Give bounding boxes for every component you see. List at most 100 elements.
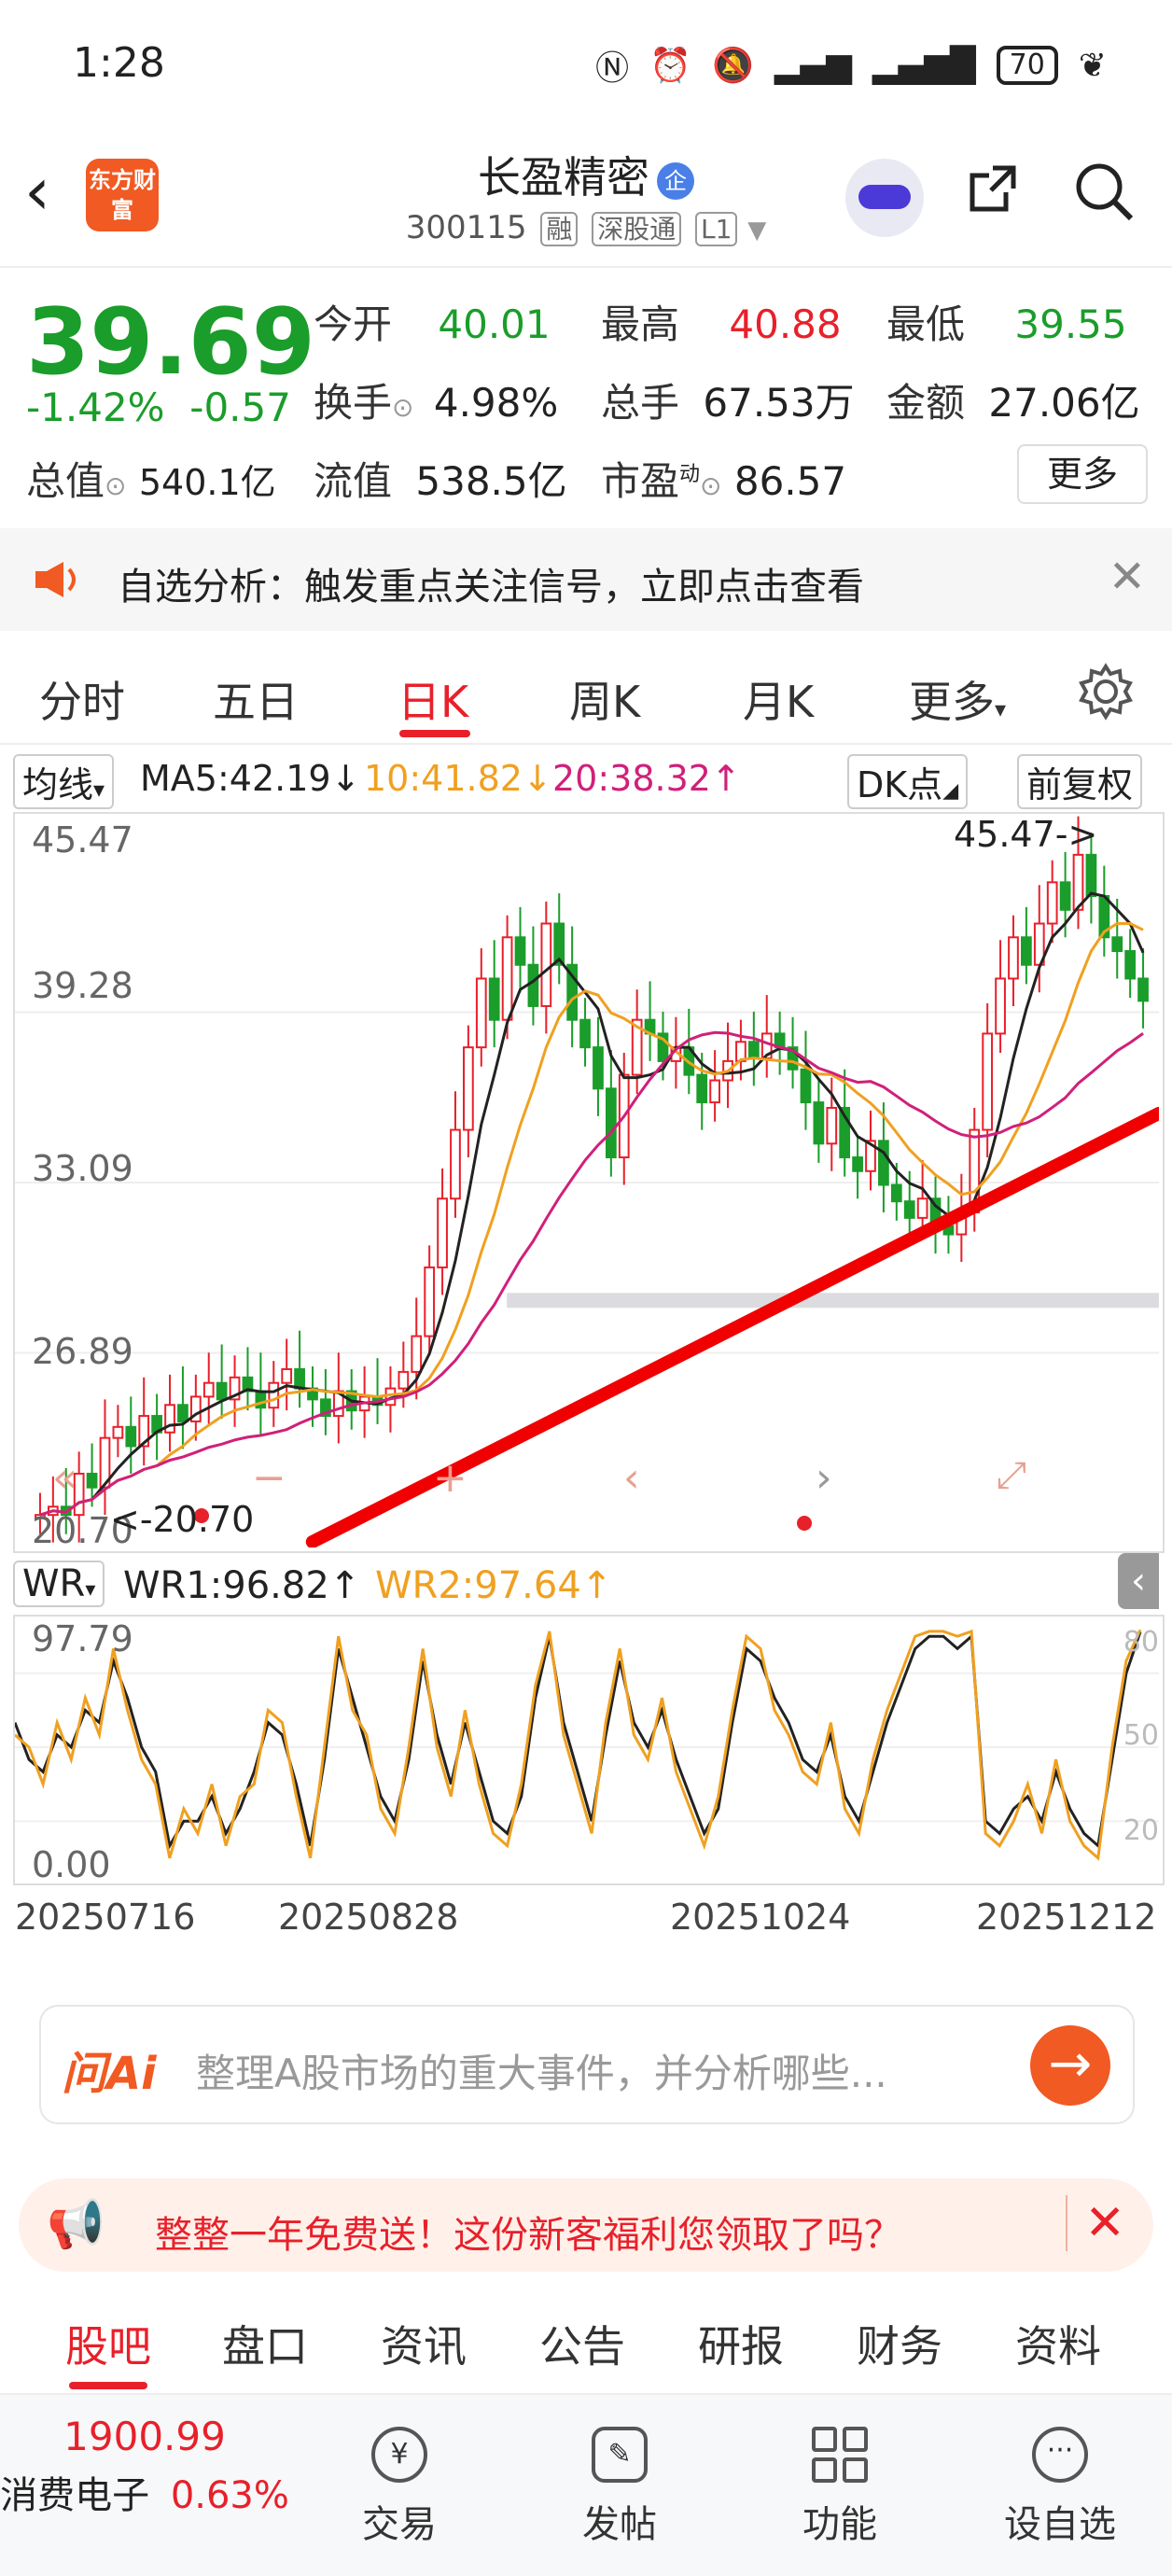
ai-logo: 问Ai: [62, 2048, 157, 2100]
search-icon[interactable]: [1073, 161, 1135, 222]
pe-cell: 市盈动⊙ 86.57: [601, 458, 847, 504]
chevron-down-icon[interactable]: ▼: [747, 217, 766, 245]
wr-svg[interactable]: [13, 1617, 1159, 1880]
dk-selector[interactable]: DK点◢: [847, 754, 969, 809]
nav-add-watchlist[interactable]: ··· 设自选: [976, 2427, 1144, 2548]
wr-right-tick-50: 50: [1123, 1719, 1159, 1752]
ma10-value: 10:41.82↓: [364, 758, 552, 799]
nav-functions[interactable]: 功能: [756, 2427, 924, 2548]
next-icon[interactable]: ›: [816, 1454, 832, 1502]
info-icon[interactable]: ⊙: [700, 470, 721, 501]
zoom-out-icon[interactable]: −: [252, 1454, 286, 1502]
price-change: -1.42% -0.57: [26, 385, 291, 430]
tab-5day[interactable]: 五日: [213, 668, 299, 730]
ai-input[interactable]: 整理A股市场的重大事件，并分析哪些...: [196, 2042, 887, 2099]
candle-body: [1137, 977, 1149, 1002]
candle-body: [903, 1200, 915, 1219]
tab-monthly-k[interactable]: 月K: [743, 668, 814, 730]
candle-body: [202, 1381, 215, 1398]
candle-body: [852, 1156, 863, 1172]
tab-weekly-k[interactable]: 周K: [569, 668, 640, 730]
enterprise-badge: 企: [657, 161, 694, 200]
kline-chart[interactable]: 45.47 39.28 33.09 26.89 20.70 45.47-> <-…: [13, 812, 1165, 1553]
tab-finance[interactable]: 财务: [857, 2313, 942, 2374]
share-icon[interactable]: [965, 161, 1021, 217]
pe-value: 86.57: [733, 458, 847, 504]
candle-body: [890, 1183, 902, 1203]
status-bar: 1:28 Ⓝ ⏰ 🔕 ▂▄▆ ▂▄▆█ 70 ❦: [0, 0, 1172, 131]
adjust-selector[interactable]: 前复权: [1017, 754, 1143, 809]
close-icon[interactable]: ✕: [1109, 551, 1146, 603]
tab-profile[interactable]: 资料: [1015, 2313, 1101, 2374]
tab-more[interactable]: 更多▾: [909, 668, 1006, 730]
wr-chart[interactable]: 97.79 0.00 80 50 20: [13, 1615, 1165, 1885]
tab-guba[interactable]: 股吧: [65, 2313, 151, 2374]
zoom-in-icon[interactable]: +: [433, 1454, 467, 1502]
candle-body: [527, 963, 539, 1007]
info-icon[interactable]: ⊙: [392, 392, 413, 423]
wr-selector[interactable]: WR▾: [13, 1561, 105, 1607]
volume-cell: 总手 67.53万: [601, 380, 855, 426]
candle-body: [1059, 881, 1071, 911]
ai-ask-box[interactable]: 问Ai 整理A股市场的重大事件，并分析哪些... →: [39, 2005, 1135, 2124]
fullscreen-icon[interactable]: ⤢: [997, 1454, 1026, 1497]
ma-selector[interactable]: 均线▾: [13, 754, 115, 809]
gear-icon[interactable]: [1077, 663, 1135, 721]
x-tick-1: 20250716: [15, 1897, 196, 1938]
candle-body: [1085, 853, 1097, 898]
nav-trade[interactable]: ¥ 交易: [315, 2427, 483, 2548]
wr2-value: WR2:97.64↑: [375, 1564, 613, 1607]
signal-icon: ▂▄▆: [774, 46, 852, 85]
y-tick-2: 39.28: [32, 965, 133, 1006]
ma5-value: MA5:42.19↓: [140, 758, 361, 799]
tab-research[interactable]: 研报: [698, 2313, 784, 2374]
sector-index[interactable]: 1900.99 消费电子 0.63%: [0, 2414, 289, 2519]
tab-daily-k[interactable]: 日K: [398, 668, 468, 730]
collapse-icon[interactable]: ‹: [1118, 1553, 1159, 1609]
candle-body: [268, 1381, 280, 1409]
high-value: 40.88: [729, 301, 842, 347]
turnover-value: 4.98%: [433, 380, 559, 426]
close-icon[interactable]: ✕: [1066, 2195, 1125, 2251]
change-abs: -0.57: [189, 385, 291, 430]
y-tick-1: 45.47: [32, 819, 133, 861]
tab-announcement[interactable]: 公告: [539, 2313, 625, 2374]
content-tabs: 股吧 盘口 资讯 公告 研报 财务 资料: [0, 2281, 1172, 2395]
float-value: 538.5亿: [415, 458, 567, 504]
status-time: 1:28: [73, 39, 165, 87]
mktcap-value: 540.1亿: [138, 462, 276, 503]
notice-bar[interactable]: 自选分析：触发重点关注信号，立即点击查看 ✕: [0, 528, 1172, 631]
sector-index-value: 1900.99: [63, 2414, 226, 2459]
tag-connect: 深股通: [592, 212, 682, 246]
tab-pankou[interactable]: 盘口: [222, 2313, 308, 2374]
quote-panel: 39.69 -1.42% -0.57 今开 40.01 最高 40.88 最低 …: [0, 271, 1172, 523]
candle-body: [696, 1073, 708, 1104]
candle-body: [125, 1425, 137, 1448]
y-tick-3: 33.09: [32, 1148, 133, 1189]
send-arrow-icon[interactable]: →: [1030, 2025, 1110, 2106]
volume-value: 67.53万: [703, 380, 855, 426]
tab-news[interactable]: 资讯: [381, 2313, 467, 2374]
more-quote-button[interactable]: 更多: [1017, 444, 1148, 504]
assistant-robot-icon[interactable]: [845, 159, 924, 237]
info-icon[interactable]: ⊙: [105, 470, 126, 501]
amount-value: 27.06亿: [988, 380, 1140, 426]
rewind-icon[interactable]: «: [52, 1454, 77, 1502]
speaker-icon: [35, 562, 76, 597]
wr1-value: WR1:96.82↑: [123, 1564, 361, 1607]
float-cell: 流值 538.5亿: [314, 458, 567, 504]
candle-body: [475, 977, 487, 1049]
x-tick-2: 20250828: [278, 1897, 459, 1938]
x-tick-3: 20251024: [670, 1897, 851, 1938]
nav-post[interactable]: ✎ 发帖: [536, 2427, 704, 2548]
turnover-cell: 换手⊙ 4.98%: [314, 380, 559, 426]
kline-svg[interactable]: [15, 814, 1165, 1548]
tab-intraday[interactable]: 分时: [39, 668, 125, 730]
edit-icon: ✎: [592, 2427, 648, 2483]
yen-icon: ¥: [371, 2427, 427, 2483]
marker-dot: [797, 1516, 812, 1531]
prev-icon[interactable]: ‹: [623, 1454, 640, 1502]
promo-banner[interactable]: 📢 整整一年免费送！这份新客福利您领取了吗？ ✕: [19, 2178, 1153, 2272]
candle-body: [86, 1472, 98, 1489]
wr-right-tick-80: 80: [1123, 1626, 1159, 1659]
